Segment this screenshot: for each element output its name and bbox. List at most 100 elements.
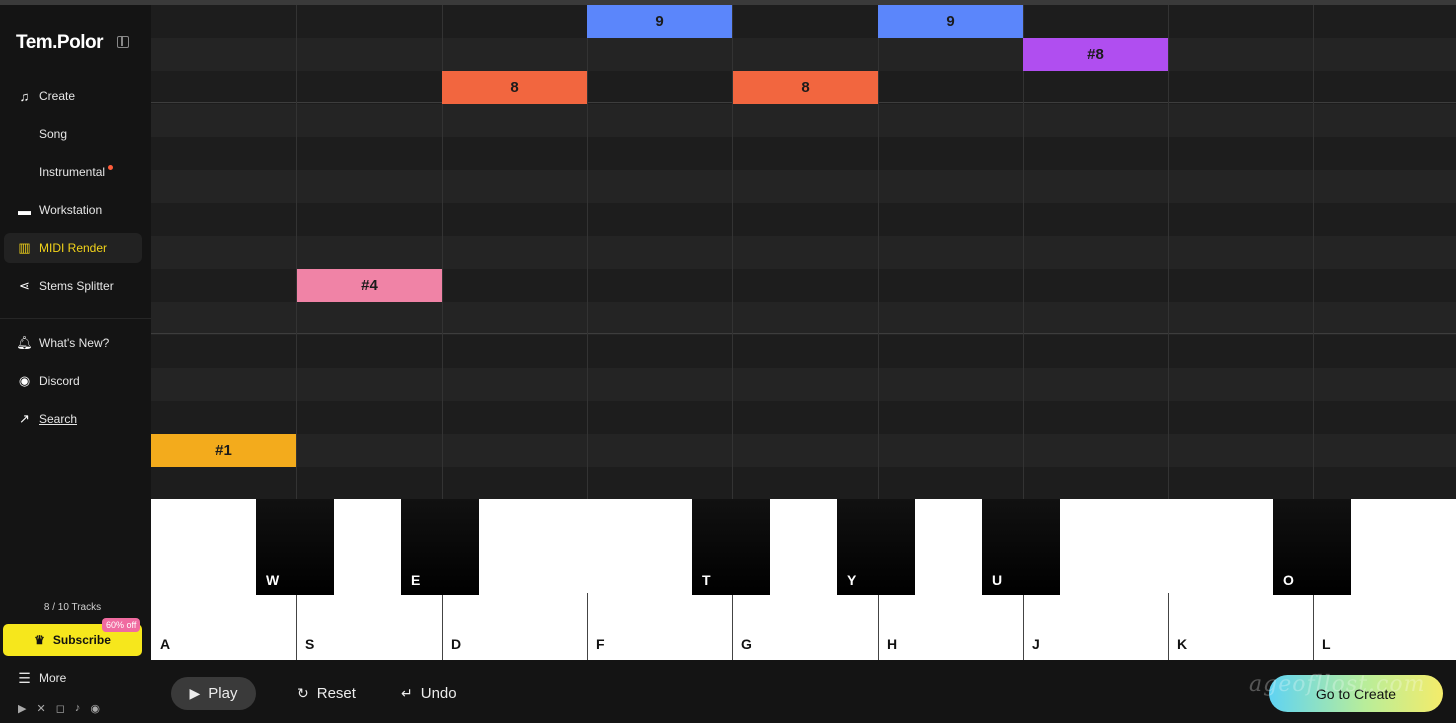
black-key[interactable]: U bbox=[982, 499, 1060, 595]
tiktok-icon[interactable]: ♪ bbox=[75, 702, 81, 715]
sidebar-item-label: Discord bbox=[39, 374, 80, 388]
note-label: #4 bbox=[361, 277, 378, 294]
app-logo[interactable]: Tem.Polor bbox=[16, 32, 104, 54]
note-block[interactable]: #1 bbox=[151, 434, 296, 467]
piano-roll-grid[interactable]: 9 9 #8 8 8 #4 #1 bbox=[151, 5, 1456, 499]
go-to-create-button[interactable]: Go to Create bbox=[1269, 675, 1443, 712]
piano-keyboard[interactable]: A S D F G H J K L W E T Y U O bbox=[151, 499, 1456, 660]
collapse-sidebar-icon[interactable] bbox=[117, 36, 129, 48]
note-label: #8 bbox=[1087, 46, 1104, 63]
sidebar-item-stems-splitter[interactable]: ⋖ Stems Splitter bbox=[4, 271, 142, 301]
reset-label: Reset bbox=[316, 685, 356, 702]
undo-button[interactable]: ↵ Undo bbox=[401, 677, 457, 710]
sidebar-item-create[interactable]: ♫ Create bbox=[4, 81, 142, 111]
menu-icon: ☰ bbox=[18, 669, 31, 686]
sidebar-item-discord[interactable]: ◉ Discord bbox=[4, 366, 142, 396]
sidebar-item-midi-render[interactable]: ▥ MIDI Render bbox=[4, 233, 142, 263]
grid-row[interactable] bbox=[151, 335, 1456, 368]
key-label: J bbox=[1032, 636, 1040, 652]
grid-row[interactable] bbox=[151, 302, 1456, 335]
sidebar-item-song[interactable]: Song bbox=[4, 119, 142, 149]
more-label: More bbox=[39, 671, 67, 685]
key-label: E bbox=[411, 572, 421, 588]
track-count: 8 / 10 Tracks bbox=[43, 602, 102, 613]
sidebar-item-whats-new[interactable]: 🔔︎ What's New? bbox=[4, 328, 142, 358]
key-label: L bbox=[1322, 636, 1331, 652]
grid-column-line bbox=[1168, 5, 1169, 499]
note-label: 9 bbox=[655, 13, 664, 30]
key-label: D bbox=[451, 636, 462, 652]
sidebar-item-label: MIDI Render bbox=[39, 241, 108, 255]
refresh-icon: ↻ bbox=[297, 685, 309, 701]
subscribe-label: Subscribe bbox=[52, 633, 111, 647]
grid-column-line bbox=[1313, 5, 1314, 499]
grid-row[interactable] bbox=[151, 38, 1456, 71]
note-label: 9 bbox=[946, 13, 955, 30]
sidebar-item-instrumental[interactable]: Instrumental bbox=[4, 157, 142, 187]
octave-separator bbox=[151, 333, 1456, 334]
play-label: Play bbox=[208, 685, 238, 702]
sidebar-item-label: What's New? bbox=[39, 336, 110, 350]
social-links: ▶ ✕ ◻ ♪ ◉ bbox=[18, 702, 100, 715]
note-block[interactable]: 9 bbox=[878, 5, 1023, 38]
undo-label: Undo bbox=[420, 685, 457, 702]
note-block[interactable]: 9 bbox=[587, 5, 732, 38]
black-key[interactable]: W bbox=[256, 499, 334, 595]
note-label: 8 bbox=[510, 79, 519, 96]
grid-row[interactable] bbox=[151, 203, 1456, 236]
x-icon[interactable]: ✕ bbox=[36, 702, 45, 715]
note-label: #1 bbox=[215, 442, 232, 459]
key-label: F bbox=[596, 636, 605, 652]
black-key[interactable]: T bbox=[692, 499, 770, 595]
sidebar-item-workstation[interactable]: ▬ Workstation bbox=[4, 195, 142, 225]
discord-icon[interactable]: ◉ bbox=[90, 702, 100, 715]
sidebar-item-label: Song bbox=[39, 127, 68, 141]
black-key[interactable]: O bbox=[1273, 499, 1351, 595]
note-block[interactable]: 8 bbox=[733, 71, 878, 104]
grid-row[interactable] bbox=[151, 401, 1456, 434]
reset-button[interactable]: ↻ Reset bbox=[297, 677, 356, 710]
key-label: W bbox=[266, 572, 280, 588]
key-label: A bbox=[160, 636, 171, 652]
arrow-up-right-icon: ↗ bbox=[19, 411, 30, 426]
sidebar-item-label: Stems Splitter bbox=[39, 279, 114, 293]
undo-icon: ↵ bbox=[401, 685, 413, 701]
instagram-icon[interactable]: ◻ bbox=[56, 702, 65, 715]
discord-icon: ◉ bbox=[18, 373, 31, 388]
note-block[interactable]: 8 bbox=[442, 71, 587, 104]
key-label: O bbox=[1283, 572, 1294, 588]
grid-column-line bbox=[587, 5, 588, 499]
youtube-icon[interactable]: ▶ bbox=[18, 702, 26, 715]
play-button[interactable]: ▶ Play bbox=[171, 677, 256, 710]
play-icon: ▶ bbox=[189, 685, 201, 701]
note-block[interactable]: #8 bbox=[1023, 38, 1168, 71]
sidebar-item-label: Search bbox=[39, 412, 78, 426]
black-key[interactable]: E bbox=[401, 499, 479, 595]
sidebar-item-label: Create bbox=[39, 89, 76, 103]
grid-row[interactable] bbox=[151, 170, 1456, 203]
sidebar-item-search[interactable]: ↗ Search bbox=[4, 404, 142, 434]
grid-row[interactable] bbox=[151, 5, 1456, 38]
grid-row[interactable] bbox=[151, 434, 1456, 467]
grid-row[interactable] bbox=[151, 467, 1456, 499]
new-indicator-dot bbox=[108, 164, 114, 170]
note-label: 8 bbox=[801, 79, 810, 96]
key-label: U bbox=[992, 572, 1003, 588]
key-label: K bbox=[1177, 636, 1188, 652]
grid-row[interactable] bbox=[151, 236, 1456, 269]
grid-column-line bbox=[878, 5, 879, 499]
sidebar-divider bbox=[0, 318, 151, 319]
workstation-icon: ▬ bbox=[18, 202, 31, 218]
note-block[interactable]: #4 bbox=[297, 269, 442, 302]
piano-icon: ▥ bbox=[18, 240, 31, 255]
music-note-icon: ♫ bbox=[19, 88, 30, 104]
split-icon: ⋖ bbox=[19, 278, 30, 293]
discount-badge: 60% off bbox=[102, 618, 141, 632]
grid-row[interactable] bbox=[151, 137, 1456, 170]
more-menu-button[interactable]: ☰ More bbox=[4, 663, 142, 693]
black-key[interactable]: Y bbox=[837, 499, 915, 595]
go-to-create-label: Go to Create bbox=[1315, 685, 1397, 702]
grid-row[interactable] bbox=[151, 368, 1456, 401]
grid-row[interactable] bbox=[151, 104, 1456, 137]
key-label: H bbox=[887, 636, 898, 652]
